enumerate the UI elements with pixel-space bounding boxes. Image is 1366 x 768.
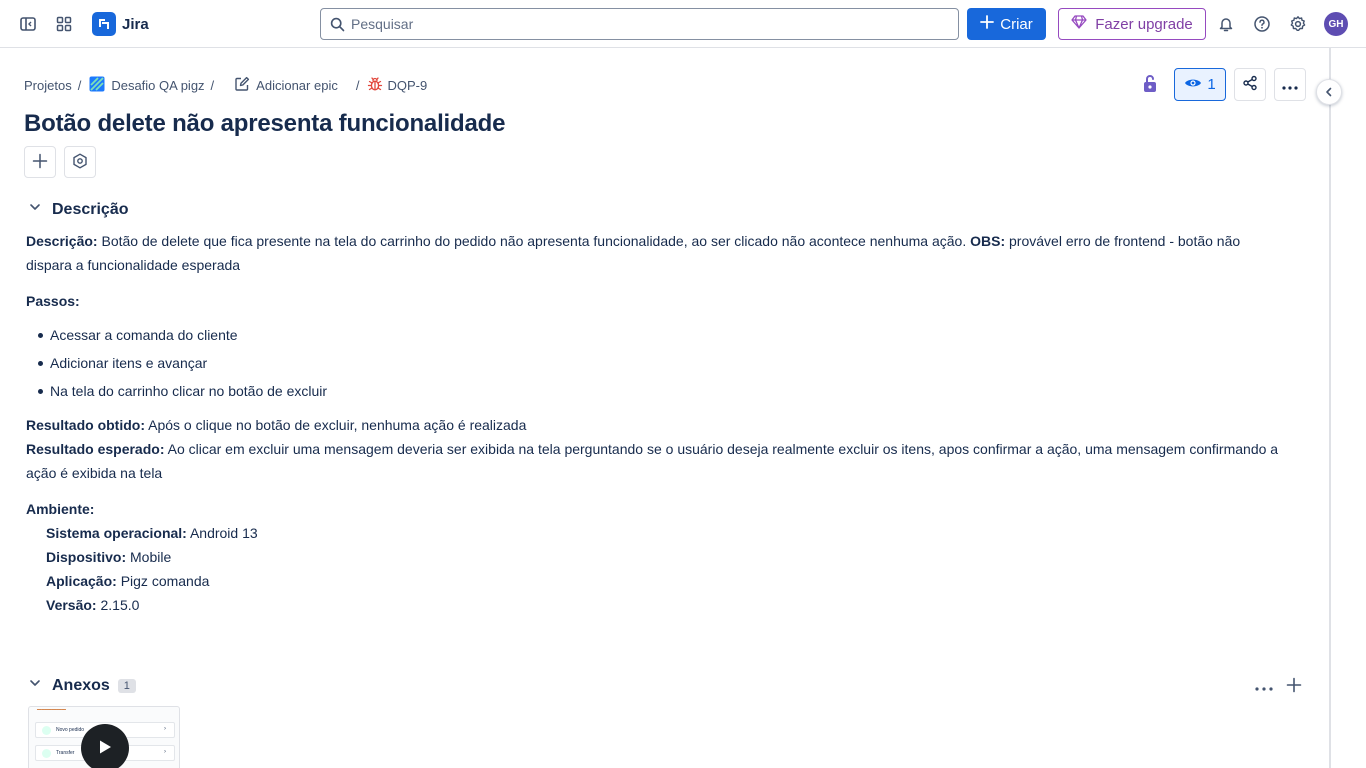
more-icon [1255,678,1273,694]
project-avatar-icon [89,76,105,95]
help-icon[interactable] [1246,8,1278,40]
unlock-icon [1142,74,1158,97]
description-heading: Descrição [52,200,129,218]
eye-icon [1184,76,1202,93]
add-button[interactable] [24,146,56,178]
apps-button[interactable] [64,146,96,178]
add-epic-label: Adicionar epic [256,77,338,93]
steps-list: Acessar a comanda do cliente Adicionar i… [26,321,1286,405]
share-button[interactable] [1234,68,1266,101]
steps-label: Passos: [26,293,80,309]
description-body[interactable]: Descrição: Botão de delete que fica pres… [26,229,1286,617]
restriction-button[interactable] [1138,72,1162,98]
upgrade-label: Fazer upgrade [1095,15,1193,33]
chevron-down-icon [28,676,42,695]
attachments-count-badge: 1 [117,678,136,693]
jira-logo[interactable]: Jira [92,12,149,36]
add-attachment-button[interactable] [1283,676,1305,696]
collapse-panel-button[interactable] [1316,79,1342,105]
chevron-down-icon [28,200,42,219]
attachments-more-button[interactable] [1253,676,1275,696]
hexagon-settings-icon [72,153,88,172]
breadcrumb-separator: / [355,77,360,93]
bug-icon [367,76,383,95]
env-os: Sistema operacional: Android 13 [46,525,258,541]
expected-result: Resultado esperado: Ao clicar em excluir… [26,441,1279,481]
breadcrumb: Projetos / Desafio QA pigz / Adicionar e… [24,74,427,96]
app-name: Jira [122,15,149,33]
attachments-section-header[interactable]: Anexos 1 [28,676,136,695]
issue-key: DQP-9 [387,77,428,93]
share-icon [1242,75,1258,94]
diamond-icon [1071,15,1087,33]
search-icon [330,17,345,35]
watch-count: 1 [1207,76,1216,93]
pencil-icon [234,76,250,95]
gear-icon[interactable] [1282,8,1314,40]
breadcrumb-project-label: Desafio QA pigz [111,77,205,93]
play-button[interactable] [81,724,129,768]
search-field[interactable] [320,8,959,40]
breadcrumb-projects[interactable]: Projetos [24,78,72,93]
env-app: Aplicação: Pigz comanda [46,573,210,589]
breadcrumb-issue[interactable]: DQP-9 [367,76,427,95]
search-input[interactable] [351,16,958,32]
right-panel-divider [1329,48,1331,768]
bell-icon[interactable] [1210,8,1242,40]
description-section-header[interactable]: Descrição [28,200,129,219]
breadcrumb-separator: / [210,77,215,93]
plus-icon [32,153,48,172]
attachments-heading: Anexos [52,676,110,694]
breadcrumb-project[interactable]: Desafio QA pigz [89,76,205,95]
plus-icon [980,15,995,33]
obtained-result: Resultado obtido: Após o clique no botão… [26,417,527,433]
watch-button[interactable]: 1 [1174,68,1226,101]
thumbnail-header-bar: ━━━━━━━━━━━━ [37,707,66,712]
add-epic-button[interactable]: Adicionar epic [234,76,338,95]
environment-label: Ambiente: [26,501,95,517]
jira-logo-icon [92,12,116,36]
attachment-thumbnail[interactable]: ━━━━━━━━━━━━ Novo pedido › Transfer › [28,706,180,768]
user-avatar[interactable]: GH [1324,12,1348,36]
env-device: Dispositivo: Mobile [46,549,172,565]
plus-icon [1286,677,1302,696]
description-paragraph: Descrição: Botão de delete que fica pres… [26,233,1241,273]
more-icon [1282,77,1298,93]
breadcrumb-separator: / [77,77,82,93]
list-item: Adicionar itens e avançar [26,349,1286,377]
top-navigation: Jira Criar Fazer upgrade GH [0,0,1366,48]
play-icon [98,739,112,758]
list-item: Acessar a comanda do cliente [26,321,1286,349]
create-label: Criar [1000,15,1033,33]
more-actions-button[interactable] [1274,68,1306,101]
upgrade-button[interactable]: Fazer upgrade [1058,8,1206,40]
chevron-left-icon [1324,84,1334,100]
app-switcher-icon[interactable] [48,8,80,40]
list-item: Na tela do carrinho clicar no botão de e… [26,377,1286,405]
sidebar-toggle-icon[interactable] [12,8,44,40]
issue-title[interactable]: Botão delete não apresenta funcionalidad… [24,110,505,138]
env-version: Versão: 2.15.0 [46,597,140,613]
create-button[interactable]: Criar [967,8,1046,40]
